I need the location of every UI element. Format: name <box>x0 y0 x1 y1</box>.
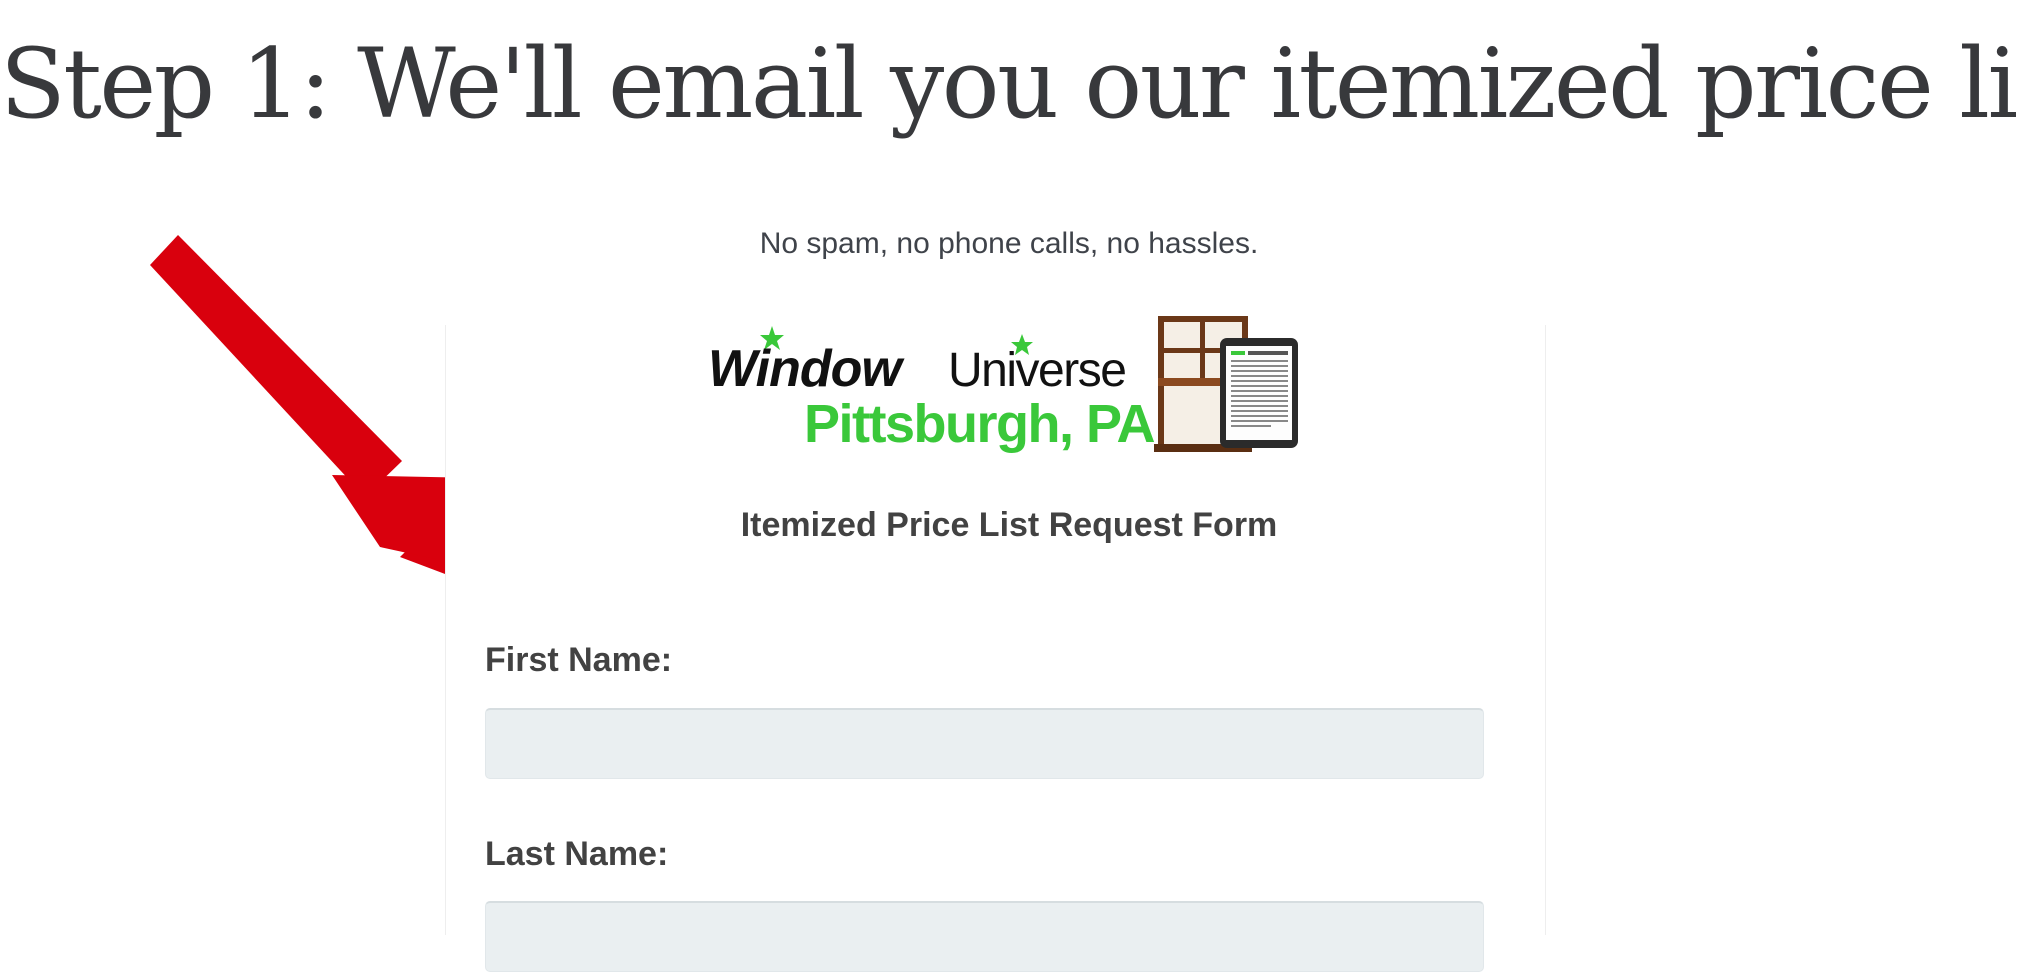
logo-location: Pittsburgh, PA <box>804 394 1154 454</box>
logo-brand-light: Universe <box>948 344 1125 397</box>
form-title: Itemized Price List Request Form <box>740 506 1278 544</box>
page-heading: Step 1: We'll email you our itemized pri… <box>0 28 2018 140</box>
last-name-input[interactable] <box>485 901 1484 972</box>
window-universe-logo: Window Universe Pittsburgh, PA <box>700 314 1300 454</box>
first-name-input[interactable] <box>485 708 1484 779</box>
last-name-label: Last Name: <box>485 835 669 873</box>
tablet-icon <box>1220 338 1298 448</box>
logo-brand-bold: Window <box>708 340 905 398</box>
first-name-label: First Name: <box>485 641 673 679</box>
